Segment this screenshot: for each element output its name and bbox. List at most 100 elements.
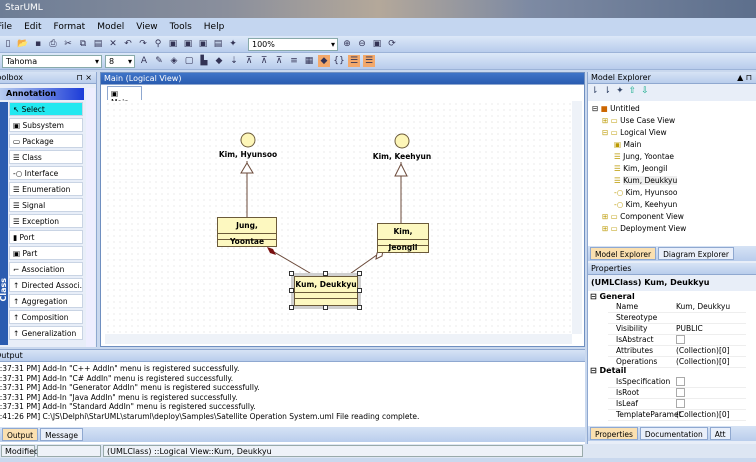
realization-arrow[interactable]	[394, 162, 408, 177]
undo-icon[interactable]: ↶	[122, 38, 134, 50]
open-icon[interactable]: 📂	[17, 38, 29, 50]
down-icon[interactable]: ⇩	[641, 86, 654, 96]
cut-icon[interactable]: ✂	[62, 38, 74, 50]
close-icon[interactable]: ⊓ ×	[77, 73, 93, 82]
tree-item[interactable]: -○ Kim, Hyunsoo	[614, 188, 677, 197]
zoom-in-icon[interactable]: ⊕	[341, 38, 353, 50]
suppress3-icon[interactable]: ⊼	[273, 55, 285, 67]
sort-icon[interactable]: ⇂	[591, 86, 604, 96]
tab-main[interactable]: ▣ Main	[107, 86, 142, 107]
export-icon[interactable]: ▤	[212, 38, 224, 50]
toolbox-item[interactable]: ☰ Enumeration	[9, 182, 83, 196]
pin-icon[interactable]: ▲ ⊓	[737, 73, 752, 82]
addin-icon[interactable]: ✦	[227, 38, 239, 50]
tab-properties[interactable]: Properties	[590, 427, 638, 440]
property-row[interactable]: IsLeaf	[608, 399, 746, 410]
toolbox-item[interactable]: ▣ Part	[9, 246, 83, 260]
compartment-icon[interactable]: ☰	[348, 55, 360, 67]
tab-diagram-explorer[interactable]: Diagram Explorer	[658, 247, 734, 260]
property-value[interactable]: (Collection)[0]	[676, 357, 730, 366]
zoom-combo[interactable]: 100% ▾	[248, 37, 338, 51]
wordwrap-icon[interactable]: ≡	[288, 55, 300, 67]
tree-item[interactable]: ⊞ ▭ Component View	[602, 212, 684, 221]
toolbox-item[interactable]: ↑ Aggregation	[9, 294, 83, 308]
line-color-icon[interactable]: ✎	[153, 55, 165, 67]
generalization-arrow[interactable]	[240, 162, 254, 174]
sort2-icon[interactable]: ⇂	[604, 86, 617, 96]
save-icon[interactable]: ▪	[32, 38, 44, 50]
interface-label[interactable]: Kim, Keehyun	[373, 152, 431, 161]
menu-edit[interactable]: Edit	[24, 22, 41, 36]
property-value[interactable]	[676, 377, 685, 388]
menu-file[interactable]: File	[0, 22, 12, 36]
property-value[interactable]: PUBLIC	[676, 324, 703, 333]
property-row[interactable]: Name Kum, Deukkyu	[608, 302, 746, 313]
tab-documentation[interactable]: Documentation	[639, 427, 708, 440]
toolbox-item[interactable]: ▣ Subsystem	[9, 118, 83, 132]
menu-view[interactable]: View	[136, 22, 157, 36]
property-row[interactable]: Stereotype	[608, 313, 746, 324]
tree-item[interactable]: ⊞ ▭ Use Case View	[602, 116, 675, 125]
fill-color-icon[interactable]: ◈	[168, 55, 180, 67]
delete-icon[interactable]: ✕	[107, 38, 119, 50]
font-color-icon[interactable]: A	[138, 55, 150, 67]
interface-circle-hyunsoo[interactable]	[240, 132, 256, 148]
property-row[interactable]: IsAbstract	[608, 335, 746, 346]
redo-icon[interactable]: ↷	[137, 38, 149, 50]
font-size-combo[interactable]: 8 ▾	[105, 54, 135, 68]
toolbox-item[interactable]: ☰ Signal	[9, 198, 83, 212]
toolbox-item[interactable]: ↖ Select	[9, 102, 83, 116]
class-side-tab[interactable]: Class	[0, 102, 8, 345]
align-icon[interactable]: ⇣	[228, 55, 240, 67]
property-value[interactable]	[676, 388, 685, 399]
resize-handle[interactable]	[357, 305, 362, 310]
find-icon[interactable]: ⚲	[152, 38, 164, 50]
resize-handle[interactable]	[357, 271, 362, 276]
tab-message[interactable]: Message	[40, 428, 83, 441]
tree-item[interactable]: ☰ Kum, Deukkyu	[614, 176, 678, 185]
vertical-scrollbar[interactable]	[572, 101, 582, 334]
toolbox-item[interactable]: ↑ Directed Associ...	[9, 278, 83, 292]
toolbox-item[interactable]: ↑ Composition	[9, 310, 83, 324]
show-ops-icon[interactable]: ▦	[303, 55, 315, 67]
property-row[interactable]: IsRoot	[608, 388, 746, 399]
tab-model-explorer[interactable]: Model Explorer	[590, 247, 657, 260]
property-row[interactable]: IsSpecification	[608, 377, 746, 388]
property-value[interactable]	[676, 399, 685, 410]
menu-help[interactable]: Help	[204, 22, 225, 36]
tab-attachments[interactable]: Att	[709, 427, 731, 440]
section-general[interactable]: ⊟ General	[590, 292, 635, 301]
compartment2-icon[interactable]: ☰	[363, 55, 375, 67]
property-row[interactable]: Operations (Collection)[0]	[608, 357, 746, 368]
auto-resize-icon[interactable]: ▢	[183, 55, 195, 67]
print-icon[interactable]: ⎙	[47, 38, 59, 50]
tree-item[interactable]: -○ Kim, Keehyun	[614, 200, 677, 209]
class-box[interactable]: Kim, Jeongil	[377, 223, 429, 253]
toolbox-item[interactable]: ☰ Exception	[9, 214, 83, 228]
property-row[interactable]: TemplateParamet (Collection)[0]	[608, 410, 746, 421]
resize-handle[interactable]	[323, 305, 328, 310]
toolbox-item[interactable]: ☰ Class	[9, 150, 83, 164]
tree-root[interactable]: ⊟ ■ Untitled	[592, 104, 640, 113]
property-value[interactable]: Kum, Deukkyu	[676, 302, 730, 311]
tree-item[interactable]: ☰ Jung, Yoontae	[614, 152, 674, 161]
toolbox-item[interactable]: -○ Interface	[9, 166, 83, 180]
menu-format[interactable]: Format	[54, 22, 86, 36]
toolbox-item[interactable]: ▮ Port	[9, 230, 83, 244]
class-box-selected[interactable]: Kum, Deukkyu	[294, 276, 358, 306]
toolbox-item[interactable]: ⌐ Association	[9, 262, 83, 276]
toolbox-section-header[interactable]: Annotation	[0, 88, 84, 100]
property-value[interactable]: (Collection)[0]	[676, 346, 730, 355]
tree-item[interactable]: ▣ Main	[614, 140, 641, 149]
font-combo[interactable]: Tahoma ▾	[2, 54, 102, 68]
horizontal-scrollbar[interactable]	[105, 334, 572, 344]
property-row[interactable]: Attributes (Collection)[0]	[608, 346, 746, 357]
toolbox-scrollbar[interactable]	[86, 88, 95, 347]
section-detail[interactable]: ⊟ Detail	[590, 366, 626, 375]
copy-icon[interactable]: ⧉	[77, 38, 89, 50]
diagram-icon[interactable]: ▣	[167, 38, 179, 50]
resize-handle[interactable]	[323, 271, 328, 276]
fit-icon[interactable]: ▣	[371, 38, 383, 50]
tree-item[interactable]: ☰ Kim, Jeongil	[614, 164, 667, 173]
braces-icon[interactable]: {}	[333, 55, 345, 67]
